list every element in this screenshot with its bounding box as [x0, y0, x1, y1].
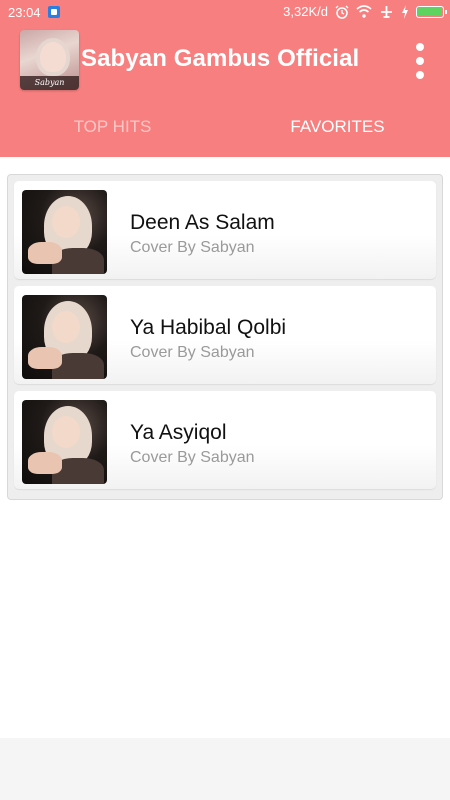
song-thumbnail	[22, 190, 107, 274]
song-item[interactable]: Deen As Salam Cover By Sabyan	[14, 181, 436, 279]
bottom-area	[0, 738, 450, 800]
status-right: 3,32K/d	[283, 4, 447, 19]
menu-dot-icon	[416, 71, 424, 79]
notification-icon	[48, 6, 60, 18]
menu-dot-icon	[416, 57, 424, 65]
song-item[interactable]: Ya Asyiqol Cover By Sabyan	[14, 391, 436, 489]
song-item[interactable]: Ya Habibal Qolbi Cover By Sabyan	[14, 286, 436, 384]
song-title: Ya Asyiqol	[130, 421, 227, 444]
app-bar: Sabyan Gambus Sabyan Gambus Official TOP…	[0, 25, 450, 157]
alarm-icon	[335, 5, 349, 19]
status-bar: 23:04 3,32K/d	[0, 0, 450, 25]
app-logo: Sabyan Gambus	[20, 30, 79, 90]
song-subtitle: Cover By Sabyan	[130, 449, 255, 466]
tab-bar: TOP HITS FAVORITES	[0, 107, 450, 147]
network-speed: 3,32K/d	[283, 4, 328, 19]
battery-icon	[416, 5, 447, 18]
song-subtitle: Cover By Sabyan	[130, 239, 255, 256]
song-subtitle: Cover By Sabyan	[130, 344, 255, 361]
song-title: Ya Habibal Qolbi	[130, 316, 287, 339]
overflow-menu-button[interactable]	[410, 41, 430, 81]
song-thumbnail	[22, 400, 107, 484]
charging-icon	[402, 4, 408, 19]
song-thumbnail	[22, 295, 107, 379]
tab-top-hits[interactable]: TOP HITS	[0, 107, 225, 147]
logo-portrait	[36, 38, 70, 76]
menu-dot-icon	[416, 43, 424, 51]
wifi-icon	[356, 5, 372, 18]
airplane-icon	[381, 5, 392, 18]
song-title: Deen As Salam	[130, 211, 275, 234]
song-list: Deen As Salam Cover By Sabyan Ya Habibal…	[7, 174, 443, 500]
app-title: Sabyan Gambus Official	[81, 45, 360, 72]
status-time: 23:04	[8, 5, 41, 20]
logo-caption: Sabyan Gambus	[20, 76, 79, 90]
tab-favorites[interactable]: FAVORITES	[225, 107, 450, 147]
